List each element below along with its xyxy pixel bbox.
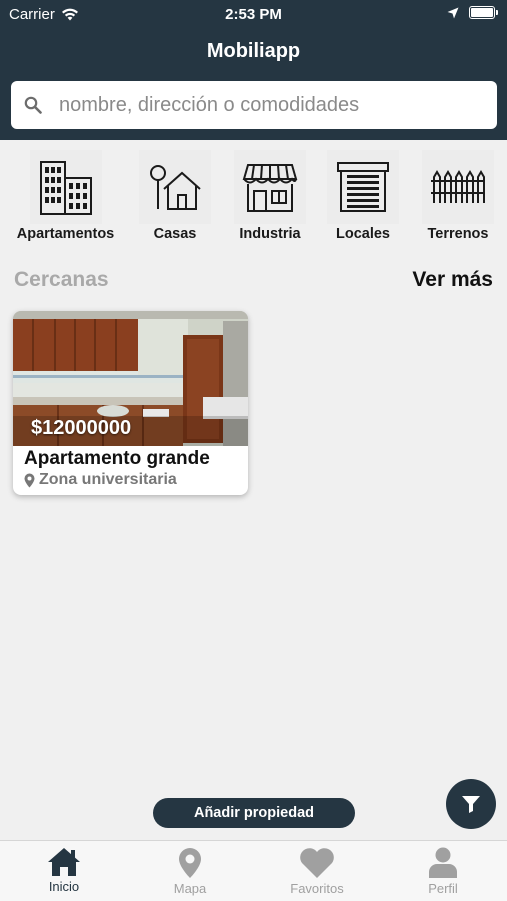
tab-mapa[interactable]: Mapa — [127, 847, 253, 896]
garage-icon — [327, 150, 399, 224]
listing-price: $12000000 — [31, 417, 132, 439]
app-header: Carrier 2:53 PM Mobiliapp — [0, 0, 507, 140]
storefront-icon — [234, 150, 306, 224]
tab-label: Favoritos — [290, 881, 344, 896]
location-pin-icon — [24, 473, 35, 487]
filter-button[interactable] — [446, 779, 496, 829]
category-list: Apartamentos Casas Industria Locales Ter… — [0, 150, 507, 250]
category-locales[interactable]: Locales — [327, 150, 399, 242]
app-title: Mobiliapp — [206, 40, 301, 62]
listing-location-text: Zona universitaria — [39, 471, 177, 488]
search-bar[interactable] — [11, 81, 497, 129]
map-pin-icon — [179, 848, 201, 878]
category-label: Industria — [239, 226, 301, 242]
battery-icon — [469, 6, 498, 19]
tab-label: Perfil — [428, 881, 458, 896]
apartment-building-icon — [29, 150, 102, 224]
location-arrow-icon — [447, 7, 459, 18]
see-more-link[interactable]: Ver más — [412, 268, 493, 292]
category-label: Casas — [153, 226, 197, 242]
add-property-button[interactable]: Añadir propiedad — [153, 798, 355, 828]
listing-location: Zona universitaria — [24, 471, 177, 489]
category-label: Locales — [336, 226, 390, 242]
category-industria[interactable]: Industria — [234, 150, 306, 242]
tab-inicio[interactable]: Inicio — [1, 847, 127, 894]
section-title-nearby: Cercanas — [14, 268, 109, 291]
search-input[interactable] — [57, 92, 481, 118]
tab-bar: Inicio Mapa Favoritos Perfil — [0, 840, 507, 901]
tab-perfil[interactable]: Perfil — [380, 847, 506, 896]
category-terrenos[interactable]: Terrenos — [422, 150, 494, 242]
tab-favoritos[interactable]: Favoritos — [254, 847, 380, 896]
listing-title: Apartamento grande — [24, 448, 210, 469]
tab-label: Mapa — [173, 881, 207, 896]
status-bar: Carrier 2:53 PM — [0, 0, 507, 28]
category-label: Terrenos — [427, 226, 489, 242]
status-time: 2:53 PM — [225, 6, 282, 23]
user-icon — [429, 847, 457, 878]
category-label: Apartamentos — [16, 226, 115, 242]
fence-icon — [422, 150, 494, 224]
filter-icon — [462, 796, 480, 813]
category-casas[interactable]: Casas — [139, 150, 211, 242]
listing-card[interactable]: $12000000 Apartamento grande Zona univer… — [13, 311, 248, 495]
home-icon — [48, 848, 80, 876]
category-apartamentos[interactable]: Apartamentos — [13, 150, 118, 242]
status-right — [447, 6, 498, 19]
heart-icon — [300, 848, 334, 878]
house-icon — [139, 150, 211, 224]
search-icon — [23, 95, 43, 115]
tab-label: Inicio — [48, 879, 80, 894]
